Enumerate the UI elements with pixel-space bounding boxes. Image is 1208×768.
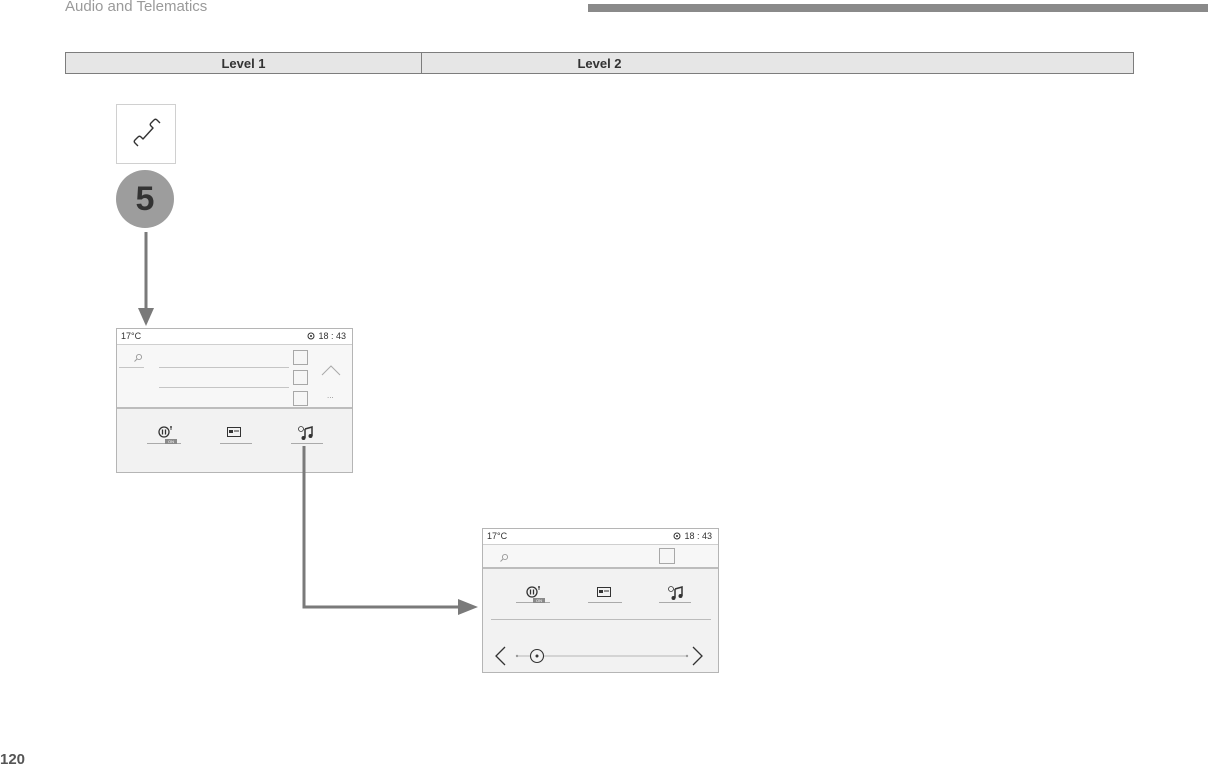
more-dots[interactable]: ... [327,391,334,400]
option-underline [291,443,323,444]
page-section-title: Audio and Telematics [65,0,208,15]
contact-card-icon[interactable] [597,587,611,597]
list-separator [159,367,289,368]
list-checkbox[interactable] [293,391,308,406]
privacy-mode-icon[interactable] [157,425,175,439]
gps-icon [307,332,315,340]
option-underline [220,443,252,444]
volume-slider[interactable] [513,647,693,665]
on-badge: ON [165,439,177,444]
time-readout: 18 : 43 [318,331,346,341]
screen-divider [483,567,718,569]
list-separator [159,387,289,388]
search-area [483,545,718,567]
screen-divider [117,407,352,409]
step-5-badge: 5 [116,170,174,228]
screen-level-2: 17°C 18 : 43 ON [482,528,719,673]
list-checkbox[interactable] [293,370,308,385]
telephone-button[interactable] [116,104,176,164]
ringtone-settings-icon[interactable] [297,425,315,441]
phone-handset-icon [133,118,161,147]
list-checkbox[interactable] [293,350,308,365]
page-number: 120 [0,751,26,768]
option-underline [588,602,622,603]
ringtone-settings-icon[interactable] [667,585,685,601]
chevron-right-icon[interactable] [691,645,705,667]
connector-arrow [302,446,478,615]
status-bar: 17°C 18 : 43 [117,329,352,345]
search-icon[interactable] [499,553,509,563]
chevron-left-icon[interactable] [493,645,507,667]
clock: 18 : 43 [673,531,712,541]
down-arrow [138,232,154,326]
search-underline [119,367,144,368]
clock: 18 : 43 [307,331,346,341]
temperature-readout: 17°C [487,531,508,541]
option-underline [659,602,691,603]
level-1-header: Level 1 [66,53,422,73]
contact-list-area: ... [117,345,352,407]
privacy-mode-icon[interactable] [525,585,543,599]
on-badge: ON [533,598,545,603]
gps-icon [673,532,681,540]
scroll-up-icon[interactable] [320,363,342,377]
list-checkbox[interactable] [659,548,675,564]
search-icon[interactable] [133,353,143,363]
header-bar [588,4,1208,12]
level-table: Level 1 Level 2 [65,52,1134,74]
level-2-header: Level 2 [577,55,622,71]
content-separator [491,619,711,620]
contact-card-icon[interactable] [227,427,241,437]
temperature-readout: 17°C [121,331,142,341]
status-bar: 17°C 18 : 43 [483,529,718,545]
time-readout: 18 : 43 [684,531,712,541]
